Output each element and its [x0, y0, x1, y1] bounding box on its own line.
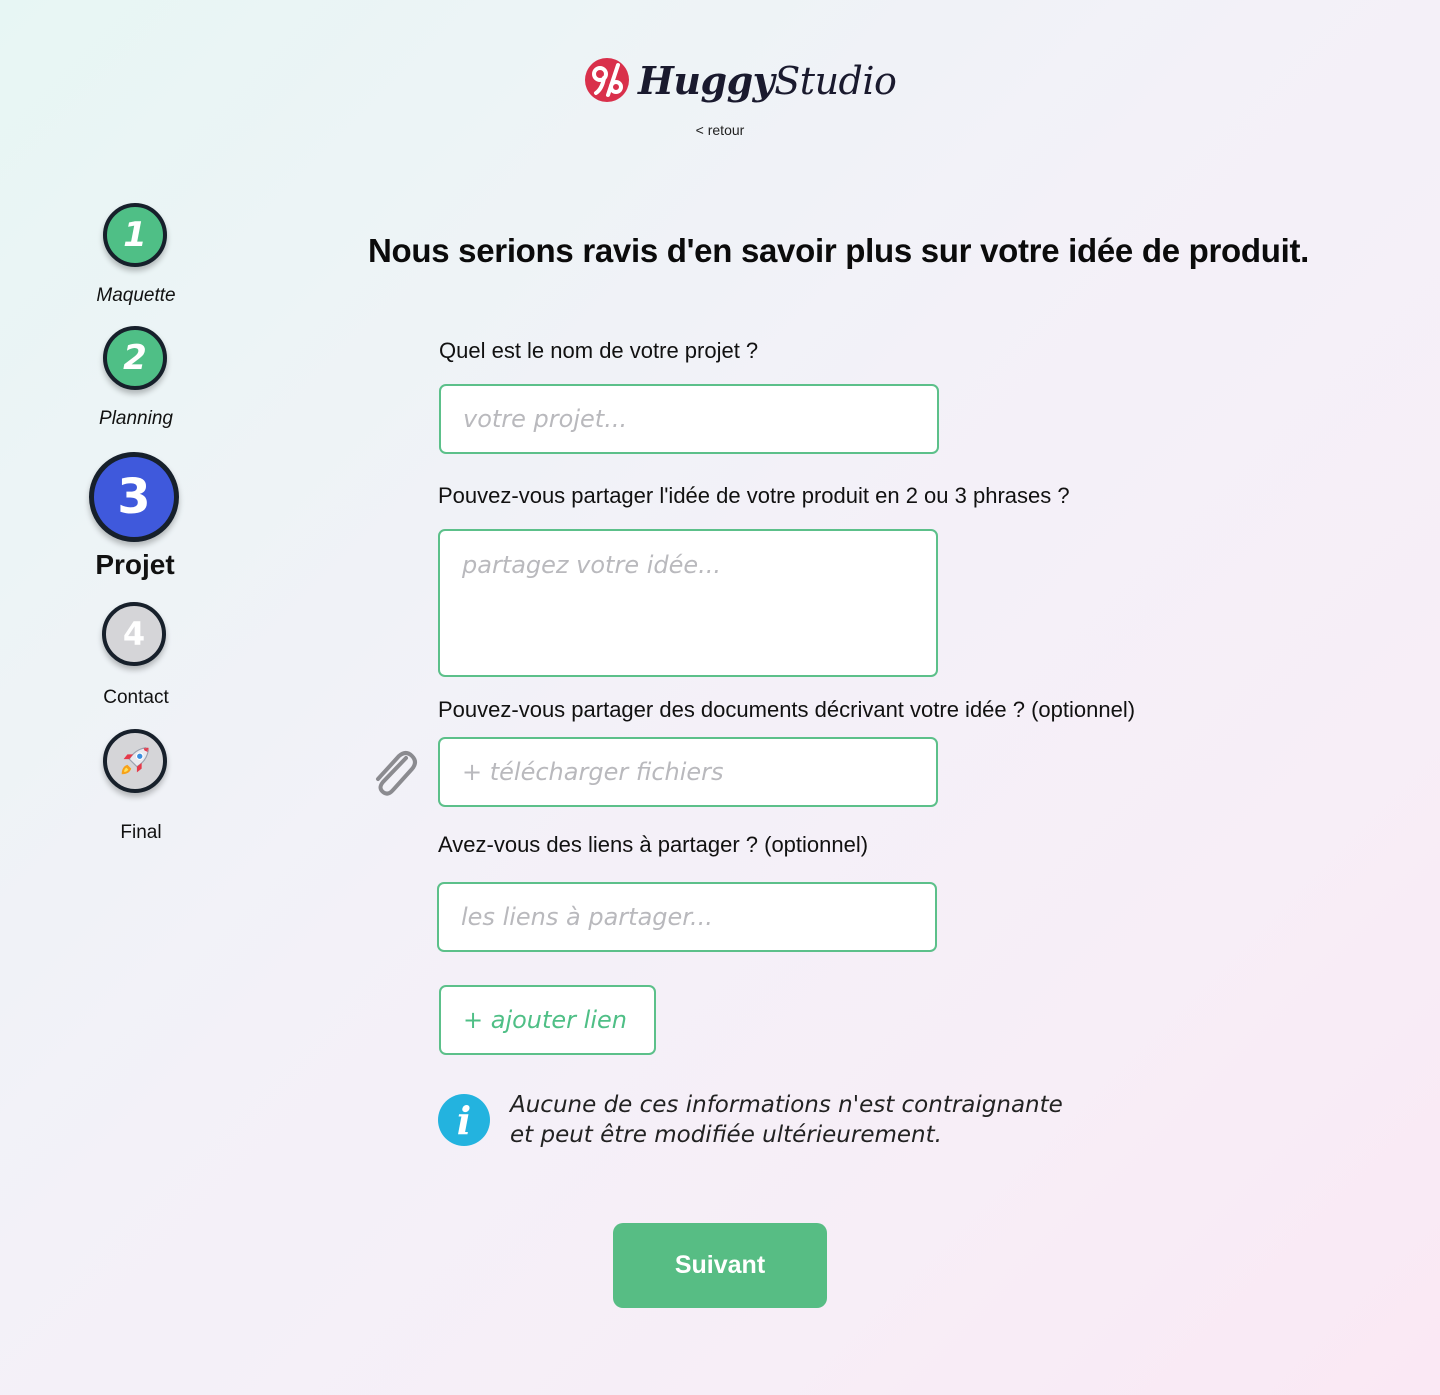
upload-files-input[interactable]: + télécharger fichiers [438, 737, 938, 807]
documents-label: Pouvez-vous partager des documents décri… [438, 697, 1136, 722]
back-link[interactable]: < retour [670, 122, 770, 138]
step-4-circle[interactable]: 4 [102, 602, 166, 666]
step-3-label: Projet [95, 549, 175, 580]
rocket-icon [121, 747, 149, 775]
logo-mark-icon [585, 58, 629, 102]
step-2-label: Planning [99, 408, 173, 429]
info-note: Aucune de ces informations n'est contrai… [510, 1090, 1063, 1150]
info-note-line-2: et peut être modifiée ultérieurement. [510, 1122, 942, 1148]
project-name-input[interactable]: votre projet... [439, 384, 939, 454]
info-icon: i [438, 1094, 490, 1146]
links-label: Avez-vous des liens à partager ? (option… [438, 832, 869, 857]
idea-textarea[interactable]: partagez votre idée... [438, 529, 938, 677]
step-final-circle[interactable] [103, 729, 167, 793]
brand-name: HuggyStudio [638, 57, 897, 103]
next-button[interactable]: Suivant [613, 1223, 827, 1308]
links-input[interactable]: les liens à partager... [437, 882, 937, 952]
project-name-label: Quel est le nom de votre projet ? [439, 338, 759, 363]
step-3-circle[interactable]: 3 [89, 452, 179, 542]
paperclip-icon [376, 751, 417, 796]
brand-logo[interactable]: HuggyStudio [584, 52, 897, 108]
step-2-circle[interactable]: 2 [103, 326, 167, 390]
step-4-label: Contact [103, 687, 169, 708]
page-title: Nous serions ravis d'en savoir plus sur … [368, 232, 1310, 269]
step-final-label: Final [120, 822, 162, 843]
info-note-line-1: Aucune de ces informations n'est contrai… [510, 1092, 1063, 1118]
step-1-label: Maquette [96, 285, 176, 306]
add-link-button[interactable]: + ajouter lien [439, 985, 656, 1055]
idea-label: Pouvez-vous partager l'idée de votre pro… [438, 483, 1070, 508]
step-1-circle[interactable]: 1 [103, 203, 167, 267]
